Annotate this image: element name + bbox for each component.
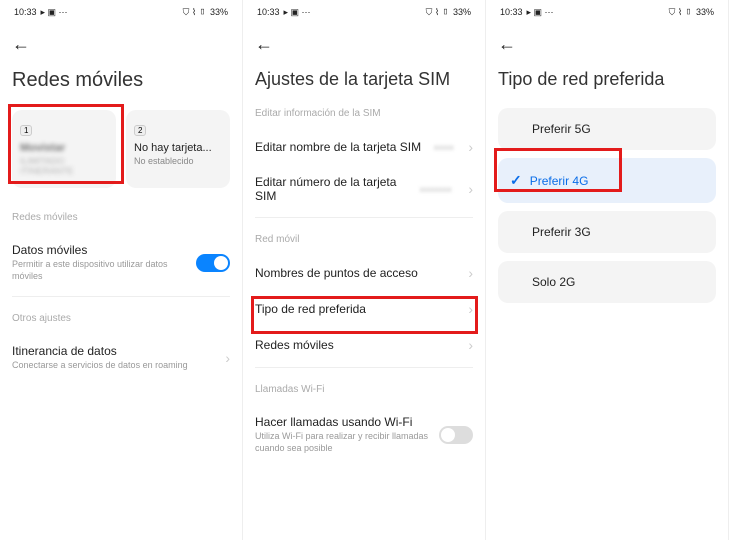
option-prefer-3g[interactable]: Preferir 3G <box>498 211 716 253</box>
status-icons-left: ▸ ▣ ⋯ <box>284 7 311 18</box>
row-subtitle: Permitir a este dispositivo utilizar dat… <box>12 259 196 282</box>
option-label: Preferir 5G <box>532 122 591 136</box>
status-battery: 33% <box>696 7 714 17</box>
row-mobile-data[interactable]: Datos móviles Permitir a este dispositiv… <box>12 233 230 292</box>
option-prefer-5g[interactable]: Preferir 5G <box>498 108 716 150</box>
chevron-right-icon: › <box>468 265 473 281</box>
status-bar: 10:33 ▸ ▣ ⋯ ⛉ ⌇ ▯ 33% <box>12 0 230 24</box>
chevron-right-icon: › <box>468 139 473 155</box>
chevron-right-icon: › <box>468 301 473 317</box>
row-mobile-networks[interactable]: Redes móviles › <box>255 327 473 363</box>
section-header: Llamadas Wi-Fi <box>255 384 473 395</box>
value-blurred: xxxxx <box>434 143 454 152</box>
sim-name: No hay tarjeta... <box>134 142 222 154</box>
row-title: Tipo de red preferida <box>255 302 366 316</box>
page-title: Redes móviles <box>12 69 230 92</box>
row-subtitle: Conectarse a servicios de datos en roami… <box>12 360 219 372</box>
page-title: Ajustes de la tarjeta SIM <box>255 69 473 90</box>
divider <box>255 217 473 218</box>
row-title: Editar nombre de la tarjeta SIM <box>255 140 421 154</box>
wifi-calling-toggle[interactable] <box>439 426 473 444</box>
status-icons-right: ⛉ ⌇ ▯ <box>426 7 449 18</box>
status-icons-left: ▸ ▣ ⋯ <box>527 7 554 18</box>
section-header: Redes móviles <box>12 212 230 223</box>
status-bar: 10:33 ▸ ▣ ⋯ ⛉ ⌇ ▯ 33% <box>255 0 473 24</box>
option-label: Preferir 3G <box>532 225 591 239</box>
status-bar: 10:33 ▸ ▣ ⋯ ⛉ ⌇ ▯ 33% <box>498 0 716 24</box>
sim-name: Movistar <box>20 142 108 154</box>
chevron-right-icon: › <box>225 350 230 366</box>
row-title: Redes móviles <box>255 338 334 352</box>
status-battery: 33% <box>453 7 471 17</box>
option-only-2g[interactable]: Solo 2G <box>498 261 716 303</box>
section-header: Editar información de la SIM <box>255 108 473 119</box>
chevron-right-icon: › <box>468 337 473 353</box>
check-icon: ✓ <box>510 172 522 189</box>
section-header: Otros ajustes <box>12 313 230 324</box>
row-apn[interactable]: Nombres de puntos de acceso › <box>255 255 473 291</box>
status-time: 10:33 <box>500 7 523 17</box>
divider <box>12 296 230 297</box>
status-time: 10:33 <box>257 7 280 17</box>
row-edit-sim-name[interactable]: Editar nombre de la tarjeta SIM xxxxx › <box>255 129 473 165</box>
sim-details: No establecido <box>134 156 222 166</box>
mobile-data-toggle[interactable] <box>196 254 230 272</box>
sim-badge: 2 <box>134 125 146 136</box>
status-icons-left: ▸ ▣ ⋯ <box>41 7 68 18</box>
screen-mobile-networks: 10:33 ▸ ▣ ⋯ ⛉ ⌇ ▯ 33% ← Redes móviles 1 Mo… <box>0 0 243 540</box>
status-battery: 33% <box>210 7 228 17</box>
row-wifi-calling[interactable]: Hacer llamadas usando Wi-Fi Utiliza Wi-F… <box>255 405 473 464</box>
screen-sim-settings: 10:33 ▸ ▣ ⋯ ⛉ ⌇ ▯ 33% ← Ajustes de la tarj… <box>243 0 486 540</box>
back-button[interactable]: ← <box>498 34 716 55</box>
divider <box>255 367 473 368</box>
back-button[interactable]: ← <box>255 34 473 55</box>
row-title: Datos móviles <box>12 243 196 257</box>
row-subtitle: Utiliza Wi-Fi para realizar y recibir ll… <box>255 431 439 454</box>
sim-details: ILIMITADO ITINERANTE <box>20 156 108 176</box>
option-label: Solo 2G <box>532 275 575 289</box>
row-title: Hacer llamadas usando Wi-Fi <box>255 415 439 429</box>
status-icons-right: ⛉ ⌇ ▯ <box>183 7 206 18</box>
option-prefer-4g[interactable]: ✓ Preferir 4G <box>498 158 716 203</box>
sim-card-2[interactable]: 2 No hay tarjeta... No establecido <box>126 110 230 188</box>
row-title: Itinerancia de datos <box>12 344 219 358</box>
row-title: Nombres de puntos de acceso <box>255 266 418 280</box>
row-title: Editar número de la tarjeta SIM <box>255 175 405 203</box>
status-icons-right: ⛉ ⌇ ▯ <box>669 7 692 18</box>
status-time: 10:33 <box>14 7 37 17</box>
sim-card-1[interactable]: 1 Movistar ILIMITADO ITINERANTE <box>12 110 116 188</box>
value-blurred: xxxxxxxx <box>420 185 452 194</box>
page-title: Tipo de red preferida <box>498 69 716 90</box>
back-button[interactable]: ← <box>12 34 230 55</box>
screen-preferred-network: 10:33 ▸ ▣ ⋯ ⛉ ⌇ ▯ 33% ← Tipo de red prefer… <box>486 0 729 540</box>
chevron-right-icon: › <box>468 181 473 197</box>
section-header: Red móvil <box>255 234 473 245</box>
row-roaming[interactable]: Itinerancia de datos Conectarse a servic… <box>12 334 230 382</box>
row-edit-sim-number[interactable]: Editar número de la tarjeta SIM xxxxxxxx… <box>255 165 473 213</box>
row-preferred-network-type[interactable]: Tipo de red preferida › <box>255 291 473 327</box>
sim-badge: 1 <box>20 125 32 136</box>
option-label: Preferir 4G <box>530 174 589 188</box>
